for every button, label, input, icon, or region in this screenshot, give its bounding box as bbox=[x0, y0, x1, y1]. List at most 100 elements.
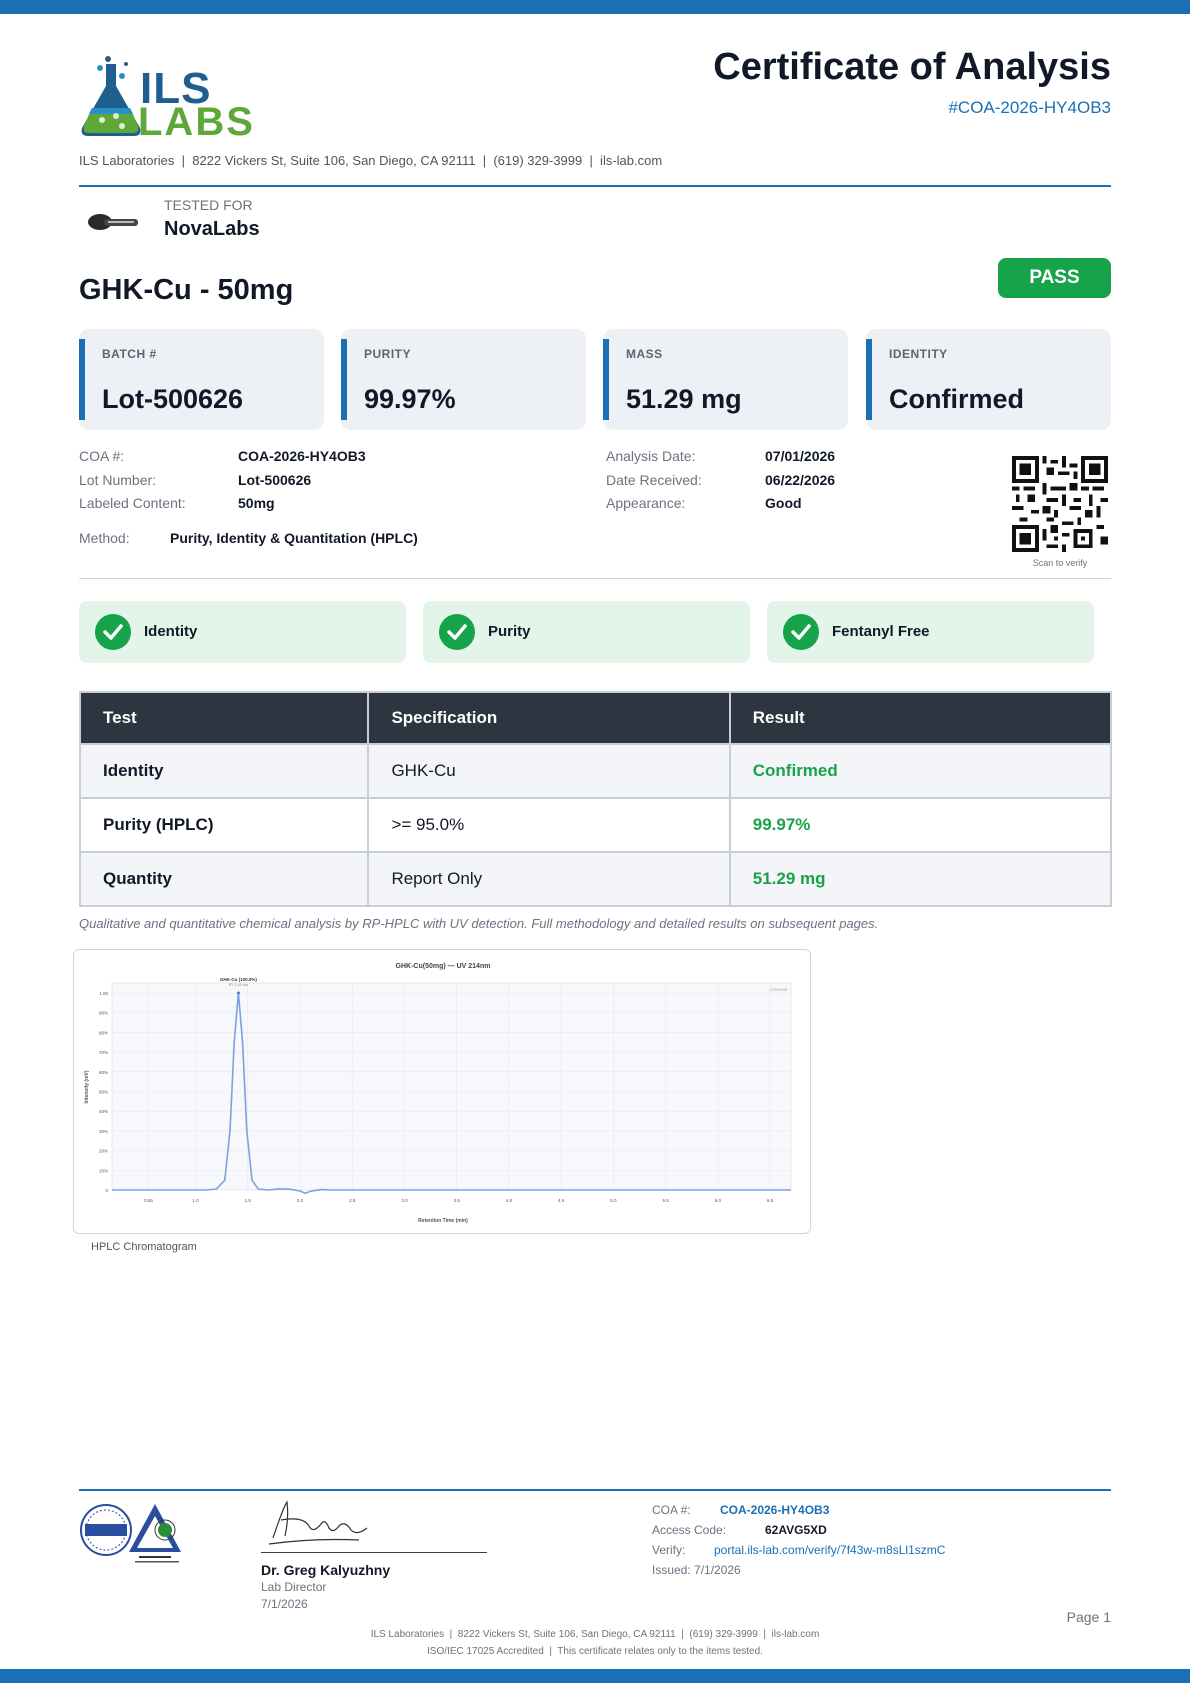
peak-sublabel: RT: 1.41 min bbox=[229, 983, 249, 987]
accreditation-seals bbox=[80, 1504, 181, 1563]
date-received-label: Date Received: bbox=[606, 472, 702, 488]
peak-marker bbox=[236, 991, 240, 995]
signature-line bbox=[261, 1552, 487, 1553]
page-number: Page 1 bbox=[1066, 1609, 1111, 1625]
methodology-note: Qualitative and quantitative chemical an… bbox=[79, 916, 879, 931]
x-tick-label: 2.0 bbox=[297, 1198, 304, 1203]
batch-card: BATCH # Lot-500626 bbox=[79, 329, 324, 430]
lab-contact-line: ILS Laboratories | 8222 Vickers St, Suit… bbox=[79, 153, 663, 168]
y-tick-label: 0 bbox=[105, 1188, 108, 1193]
x-tick-label: 4.5 bbox=[558, 1198, 565, 1203]
result-cell: Confirmed bbox=[728, 743, 1113, 799]
signatory-role: Lab Director bbox=[261, 1580, 327, 1594]
result-cell: 99.97% bbox=[728, 797, 1113, 853]
spec-cell: Report Only bbox=[367, 851, 731, 907]
logo-text-labs: LABS bbox=[138, 100, 255, 144]
chromatogram-caption: HPLC Chromatogram bbox=[91, 1241, 197, 1253]
fentanyl-free-badge: Fentanyl Free bbox=[767, 601, 1094, 663]
table-row: Identity GHK-Cu Confirmed bbox=[78, 743, 1113, 799]
card-value: 99.97% bbox=[364, 384, 456, 414]
appearance-value: Good bbox=[765, 495, 802, 511]
x-tick-label: 4.0 bbox=[506, 1198, 513, 1203]
card-accent bbox=[603, 339, 609, 420]
x-axis-label: Retention Time (min) bbox=[418, 1218, 468, 1224]
method-value: Purity, Identity & Quantitation (HPLC) bbox=[170, 530, 418, 546]
chromatogram-chart: 0 10% 20% 30% 40% 50% 60% 70% 80% 90% 1.00 0.55 1.0 1… bbox=[84, 963, 792, 1224]
badge-label: Purity bbox=[488, 623, 531, 640]
table-row: Quantity Report Only 51.29 mg bbox=[78, 851, 1113, 907]
y-axis-label: Intensity (mV) bbox=[84, 1070, 90, 1103]
signatory-name: Dr. Greg Kalyuzhny bbox=[261, 1562, 391, 1578]
x-tick-label: 2.5 bbox=[349, 1198, 356, 1203]
footer-coa-value: COA-2026-HY4OB3 bbox=[720, 1503, 830, 1517]
footer-address: ILS Laboratories | 8222 Vickers St, Suit… bbox=[370, 1629, 820, 1640]
badge-label: Identity bbox=[144, 623, 198, 640]
labeled-content-value: 50mg bbox=[238, 495, 275, 511]
column-header-specification: Specification bbox=[367, 691, 731, 745]
legend-label: Channel bbox=[770, 987, 787, 992]
card-accent bbox=[341, 339, 347, 420]
y-tick-label: 1.00 bbox=[99, 991, 108, 996]
analysis-date-value: 07/01/2026 bbox=[765, 448, 836, 464]
table-row: Purity (HPLC) >= 95.0% 99.97% bbox=[78, 797, 1113, 853]
plot-area bbox=[111, 982, 792, 1191]
chart-title: GHK-Cu(50mg) — UV 214nm bbox=[396, 963, 491, 970]
card-label: MASS bbox=[626, 347, 663, 361]
x-tick-label: 6.0 bbox=[715, 1198, 722, 1203]
y-tick-label: 40% bbox=[99, 1109, 108, 1114]
verify-label: Verify: bbox=[652, 1543, 686, 1557]
test-cell: Quantity bbox=[78, 851, 370, 907]
client-name: NovaLabs bbox=[164, 218, 260, 240]
card-value: Confirmed bbox=[889, 384, 1024, 414]
date-received-value: 06/22/2026 bbox=[765, 472, 836, 488]
x-tick-label: 3.5 bbox=[454, 1198, 461, 1203]
results-table: Test Specification Result Identity GHK-C… bbox=[78, 691, 1113, 907]
x-tick-label: 1.5 bbox=[245, 1198, 252, 1203]
x-tick-label: 6.5 bbox=[767, 1198, 774, 1203]
chromatogram-panel: 0 10% 20% 30% 40% 50% 60% 70% 80% 90% 1.00 0.55 1.0 1… bbox=[73, 949, 811, 1234]
badge-label: Fentanyl Free bbox=[832, 623, 930, 640]
issued-date: Issued: 7/1/2026 bbox=[652, 1563, 741, 1577]
table-header-row: Test Specification Result bbox=[78, 691, 1113, 745]
check-icon bbox=[439, 614, 475, 650]
lot-number-value: Lot-500626 bbox=[238, 472, 312, 488]
top-accent-bar bbox=[0, 0, 1190, 14]
product-name: GHK-Cu - 50mg bbox=[79, 274, 294, 306]
x-tick-label: 5.5 bbox=[663, 1198, 670, 1203]
card-value: 51.29 mg bbox=[626, 384, 742, 414]
card-label: IDENTITY bbox=[889, 347, 948, 361]
qr-code[interactable] bbox=[1012, 456, 1108, 552]
card-label: PURITY bbox=[364, 347, 412, 361]
check-icon bbox=[783, 614, 819, 650]
card-label: BATCH # bbox=[102, 347, 157, 361]
access-code-label: Access Code: bbox=[652, 1523, 727, 1537]
director-signature bbox=[268, 1500, 368, 1545]
result-cell: 51.29 mg bbox=[728, 851, 1113, 907]
y-tick-label: 20% bbox=[99, 1149, 108, 1154]
verify-link[interactable]: portal.ils-lab.com/verify/7f43w-m8sLl1sz… bbox=[714, 1543, 945, 1557]
appearance-label: Appearance: bbox=[606, 495, 686, 511]
analysis-date-label: Analysis Date: bbox=[606, 448, 696, 464]
document-id: #COA-2026-HY4OB3 bbox=[948, 98, 1111, 117]
method-label: Method: bbox=[79, 530, 130, 546]
tested-for-label: TESTED FOR bbox=[164, 197, 253, 213]
access-code-value: 62AVG5XD bbox=[765, 1523, 827, 1537]
card-accent bbox=[866, 339, 872, 420]
labeled-content-label: Labeled Content: bbox=[79, 495, 186, 511]
identity-card: IDENTITY Confirmed bbox=[866, 329, 1111, 430]
footer-coa-label: COA #: bbox=[652, 1503, 691, 1517]
test-cell: Purity (HPLC) bbox=[78, 797, 370, 853]
column-header-test: Test bbox=[78, 691, 370, 745]
card-accent bbox=[79, 339, 85, 420]
y-tick-label: 30% bbox=[99, 1129, 108, 1134]
qr-caption: Scan to verify bbox=[1032, 558, 1088, 568]
y-tick-label: 50% bbox=[99, 1090, 108, 1095]
coa-number-label: COA #: bbox=[79, 448, 125, 464]
footer-divider bbox=[79, 1489, 1111, 1491]
header-divider bbox=[79, 185, 1111, 187]
lot-number-label: Lot Number: bbox=[79, 472, 157, 488]
footer-accreditation: ISO/IEC 17025 Accredited | This certific… bbox=[427, 1646, 763, 1657]
pass-badge: PASS bbox=[998, 258, 1111, 298]
y-tick-label: 10% bbox=[99, 1168, 108, 1173]
spec-cell: GHK-Cu bbox=[367, 743, 731, 799]
